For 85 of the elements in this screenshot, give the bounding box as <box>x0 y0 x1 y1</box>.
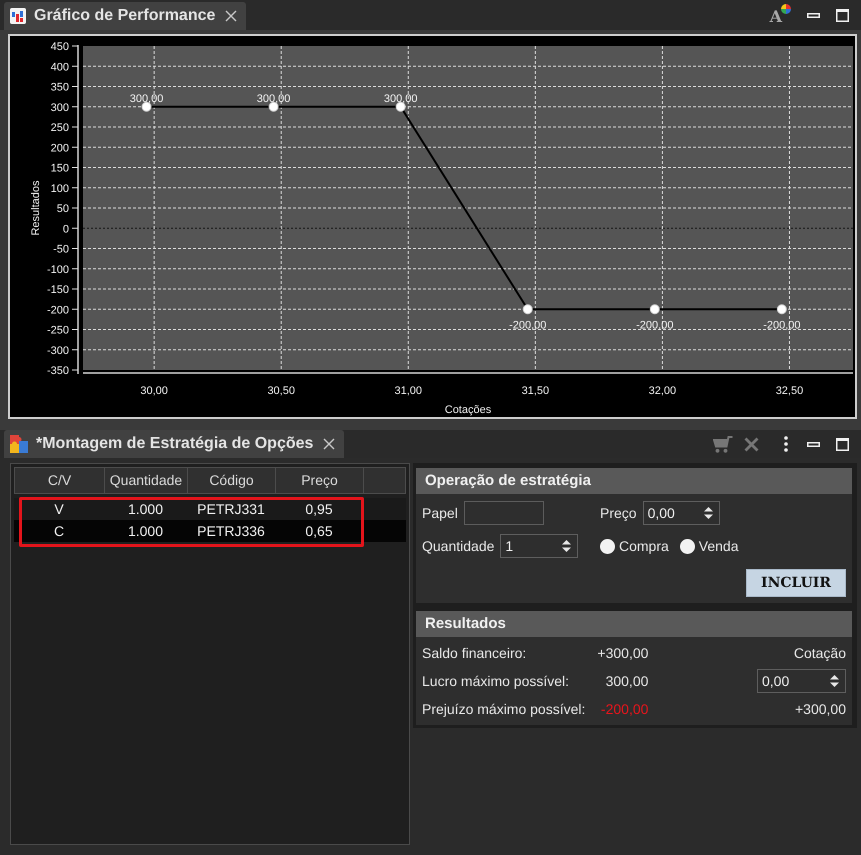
more-icon[interactable] <box>784 436 788 452</box>
number-spinner[interactable]: 1 <box>500 534 578 558</box>
y-tick-label: -350 <box>46 365 69 377</box>
quote-result-value: +300,00 <box>795 701 846 717</box>
column-header[interactable]: C/V <box>15 468 105 493</box>
column-header[interactable]: Preço <box>276 468 364 493</box>
y-tick-label: 200 <box>50 142 69 154</box>
table-cell-text: PETRJ331 <box>196 500 266 519</box>
table-cell-text: 0,65 <box>304 522 334 541</box>
radio-icon[interactable] <box>680 538 695 554</box>
table-cell-text: 1.000 <box>126 522 164 541</box>
close-icon[interactable] <box>323 438 336 450</box>
data-label: -200,00 <box>763 319 800 332</box>
data-label: 300,00 <box>384 92 418 105</box>
x-tick-label: 30,00 <box>140 385 168 397</box>
quote-label: Cotação <box>794 645 846 661</box>
radio-icon[interactable] <box>600 538 615 554</box>
field-label: Papel <box>422 505 458 521</box>
y-tick-label: -300 <box>46 344 69 357</box>
y-axis-title: Resultados <box>30 180 42 236</box>
column-header[interactable]: Quantidade <box>105 468 188 493</box>
data-label: -200,00 <box>636 319 674 332</box>
section-header: Operação de estratégia <box>416 468 852 494</box>
y-tick-label: 100 <box>50 182 69 195</box>
radio-option[interactable]: Venda <box>680 538 739 554</box>
tab[interactable]: *Montagem de Estratégia de Opções <box>4 430 344 458</box>
y-tick-label: 250 <box>50 122 69 134</box>
result-label: Lucro máximo possível: <box>422 673 570 689</box>
data-label: -200,00 <box>509 319 546 332</box>
result-label: Saldo financeiro: <box>422 645 528 661</box>
field-label: Preço <box>600 505 637 521</box>
y-tick-label: -250 <box>46 324 69 336</box>
x-tick-label: 32,00 <box>648 385 676 397</box>
y-tick-label: 400 <box>50 61 69 74</box>
include-button[interactable]: INCLUIR <box>746 569 846 597</box>
y-tick-label: -50 <box>53 244 69 256</box>
y-tick-label: 0 <box>62 223 69 236</box>
y-tick-label: -200 <box>46 304 69 316</box>
x-tick-label: 30,50 <box>267 385 295 397</box>
close-icon[interactable] <box>225 10 238 22</box>
y-tick-label: 300 <box>50 102 69 114</box>
y-tick-label: -150 <box>46 284 69 296</box>
number-spinner[interactable]: 0,00 <box>642 501 720 525</box>
radio-option[interactable]: Compra <box>600 538 669 554</box>
minimize-icon[interactable] <box>807 442 820 446</box>
table-cell-text: V <box>53 500 65 519</box>
minimize-icon[interactable] <box>807 12 820 18</box>
x-axis-title: Cotações <box>444 404 492 416</box>
y-tick-label: 450 <box>50 41 69 53</box>
quote-spinner[interactable]: 0,00 <box>757 669 846 693</box>
color-wheel-icon <box>781 4 791 14</box>
tab[interactable]: Gráfico de Performance <box>4 2 246 30</box>
table-row[interactable]: V 1.000 PETRJ331 0,95 <box>14 498 406 520</box>
y-tick-label: 150 <box>50 162 69 174</box>
field-label: Quantidade <box>422 538 494 554</box>
table-cell-text: PETRJ336 <box>196 522 266 541</box>
text-field[interactable] <box>464 501 544 525</box>
maximize-icon[interactable] <box>836 8 849 22</box>
data-point <box>650 304 660 314</box>
y-tick-label: -100 <box>46 264 69 276</box>
font-button[interactable]: A <box>770 4 791 26</box>
column-header[interactable]: Código <box>188 468 276 493</box>
data-label: 300,00 <box>256 92 290 105</box>
puzzle-icon <box>10 435 28 453</box>
table-row[interactable]: C 1.000 PETRJ336 0,65 <box>14 520 406 542</box>
maximize-icon[interactable] <box>836 438 849 450</box>
y-tick-label: 350 <box>50 82 69 94</box>
data-point <box>268 102 279 112</box>
up-down-arrows-icon[interactable] <box>704 507 713 519</box>
table-cell-text: 1.000 <box>126 500 164 519</box>
x-tick-label: 32,50 <box>776 385 804 397</box>
y-tick-label: 50 <box>56 203 69 215</box>
result-label: Prejuízo máximo possível: <box>422 701 586 717</box>
up-down-arrows-icon[interactable] <box>562 540 572 552</box>
bar-chart-icon <box>10 8 26 24</box>
x-tick-label: 31,50 <box>522 385 550 397</box>
x-tick-label: 31,00 <box>394 385 422 397</box>
result-value: +300,00 <box>597 645 648 661</box>
section-header: Resultados <box>416 611 852 637</box>
result-value: -200,00 <box>600 701 648 717</box>
result-value: 300,00 <box>606 673 648 689</box>
data-label: 300,00 <box>130 92 164 105</box>
table-cell-text: 0,95 <box>304 500 334 519</box>
table-cell-text: C <box>52 522 66 541</box>
up-down-arrows-icon[interactable] <box>830 675 839 687</box>
